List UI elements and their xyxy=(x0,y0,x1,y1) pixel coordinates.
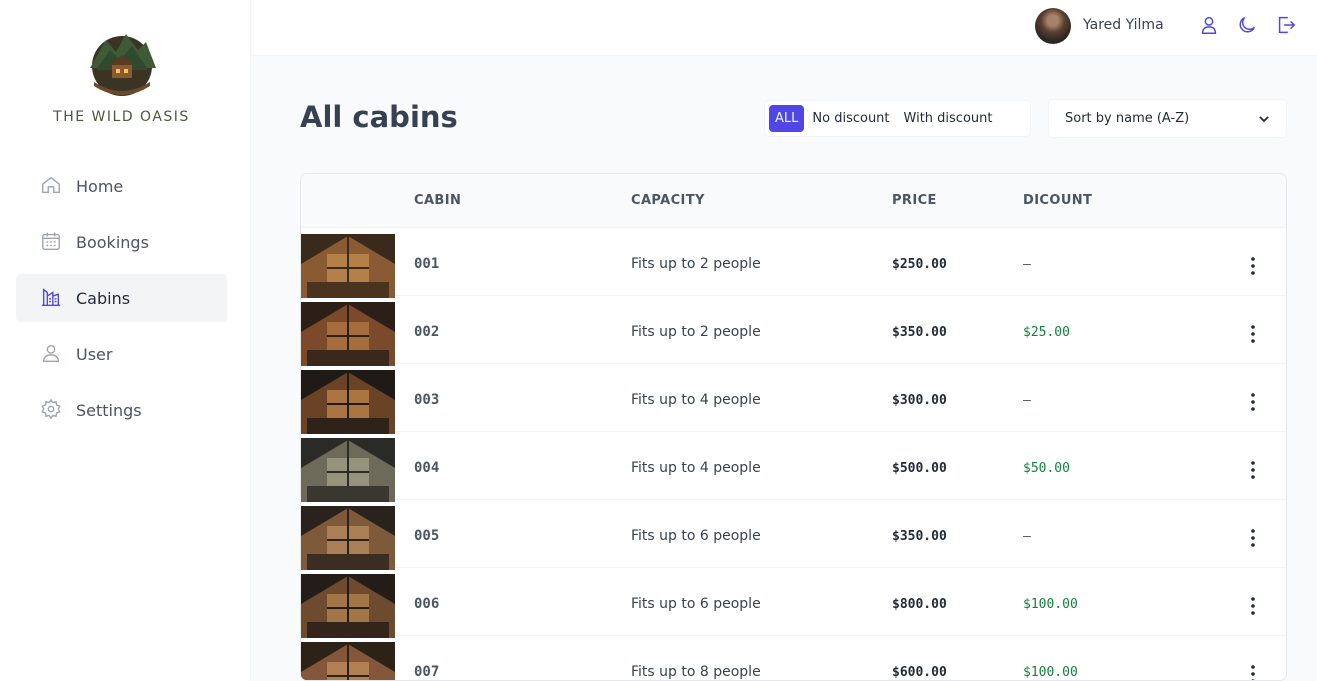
more-vertical-icon xyxy=(1251,325,1255,343)
logo xyxy=(76,26,168,96)
cabin-capacity: Fits up to 4 people xyxy=(631,460,761,476)
column-header-price: PRICE xyxy=(892,193,937,208)
row-menu-button[interactable] xyxy=(1241,594,1265,618)
moon-icon xyxy=(1239,16,1256,33)
column-header-discount: DICOUNT xyxy=(1023,193,1093,208)
user-icon xyxy=(1201,16,1217,34)
cabin-name: 003 xyxy=(414,392,440,408)
cabin-discount: — xyxy=(1023,393,1031,408)
table-row: 005 Fits up to 6 people $350.00 — xyxy=(301,500,1286,570)
cabin-discount: $50.00 xyxy=(1023,461,1070,476)
cabin-image xyxy=(301,438,395,502)
cabins-table: CABIN CAPACITY PRICE DICOUNT 001 Fits up … xyxy=(300,173,1287,681)
sidebar-item-user[interactable]: User xyxy=(16,330,227,378)
cabin-capacity: Fits up to 8 people xyxy=(631,664,761,680)
table-row: 006 Fits up to 6 people $800.00 $100.00 xyxy=(301,568,1286,638)
cabin-image xyxy=(301,642,395,680)
user-icon xyxy=(40,342,64,366)
more-vertical-icon xyxy=(1251,529,1255,547)
cabin-price: $350.00 xyxy=(892,325,947,340)
calendar-icon xyxy=(40,230,64,254)
cabin-name: 004 xyxy=(414,460,440,476)
cabin-image xyxy=(301,506,395,570)
sidebar-item-label: Home xyxy=(76,176,124,196)
cabin-discount: $100.00 xyxy=(1023,665,1078,680)
logout-button[interactable] xyxy=(1275,14,1297,36)
row-menu-button[interactable] xyxy=(1241,254,1265,278)
table-body: 001 Fits up to 2 people $250.00 — 002 Fits up… xyxy=(301,228,1286,680)
page-title: All cabins xyxy=(300,100,458,134)
column-header-capacity: CAPACITY xyxy=(631,193,705,208)
user-name: Yared Yilma xyxy=(1083,17,1164,33)
sidebar-item-home[interactable]: Home xyxy=(16,162,227,210)
cabin-image xyxy=(301,302,395,366)
cabin-capacity: Fits up to 4 people xyxy=(631,392,761,408)
cabin-discount: $100.00 xyxy=(1023,597,1078,612)
table-row: 004 Fits up to 4 people $500.00 $50.00 xyxy=(301,432,1286,502)
sidebar-item-label: User xyxy=(76,344,113,364)
cabin-name: 001 xyxy=(414,256,440,272)
cabin-price: $250.00 xyxy=(892,257,947,272)
sidebar-item-label: Settings xyxy=(76,400,142,420)
sort-select[interactable]: Sort by name (A-Z) xyxy=(1048,99,1287,138)
sidebar: THE WILD OASIS Home Bookings Cabins User xyxy=(0,0,251,681)
table-row: 007 Fits up to 8 people $600.00 $100.00 xyxy=(301,636,1286,680)
more-vertical-icon xyxy=(1251,393,1255,411)
account-button[interactable] xyxy=(1198,14,1220,36)
cabin-capacity: Fits up to 2 people xyxy=(631,256,761,272)
cabin-price: $800.00 xyxy=(892,597,947,612)
dark-mode-toggle[interactable] xyxy=(1236,14,1258,36)
filter-all-button[interactable]: ALL xyxy=(769,105,805,132)
cabin-discount: $25.00 xyxy=(1023,325,1070,340)
sidebar-item-bookings[interactable]: Bookings xyxy=(16,218,227,266)
sidebar-item-label: Cabins xyxy=(76,288,131,308)
more-vertical-icon xyxy=(1251,665,1255,680)
more-vertical-icon xyxy=(1251,461,1255,479)
column-header-cabin: CABIN xyxy=(414,193,462,208)
table-row: 003 Fits up to 4 people $300.00 — xyxy=(301,364,1286,434)
cabin-price: $300.00 xyxy=(892,393,947,408)
cabin-capacity: Fits up to 6 people xyxy=(631,596,761,612)
cabin-price: $600.00 xyxy=(892,665,947,680)
cabin-name: 002 xyxy=(414,324,440,340)
sidebar-item-settings[interactable]: Settings xyxy=(16,386,227,434)
cabins-icon xyxy=(40,286,64,310)
cabin-name: 007 xyxy=(414,664,440,680)
cabin-name: 005 xyxy=(414,528,440,544)
cabin-price: $350.00 xyxy=(892,529,947,544)
sidebar-item-cabins[interactable]: Cabins xyxy=(16,274,227,322)
row-menu-button[interactable] xyxy=(1241,458,1265,482)
cabin-capacity: Fits up to 2 people xyxy=(631,324,761,340)
table-row: 002 Fits up to 2 people $350.00 $25.00 xyxy=(301,296,1286,366)
avatar xyxy=(1035,8,1071,44)
cabin-image xyxy=(301,574,395,638)
filter-with-discount-button[interactable]: With discount xyxy=(898,105,999,132)
table-row: 001 Fits up to 2 people $250.00 — xyxy=(301,228,1286,298)
discount-filter: ALL No discount With discount xyxy=(764,100,1031,137)
row-menu-button[interactable] xyxy=(1241,322,1265,346)
sidebar-item-label: Bookings xyxy=(76,232,149,252)
top-header: Yared Yilma xyxy=(252,0,1317,56)
home-icon xyxy=(40,174,64,198)
table-header: CABIN CAPACITY PRICE DICOUNT xyxy=(301,174,1286,228)
cabin-name: 006 xyxy=(414,596,440,612)
cabin-capacity: Fits up to 6 people xyxy=(631,528,761,544)
row-menu-button[interactable] xyxy=(1241,662,1265,680)
filter-no-discount-button[interactable]: No discount xyxy=(806,105,895,132)
row-menu-button[interactable] xyxy=(1241,526,1265,550)
cabin-image xyxy=(301,370,395,434)
sort-select-value: Sort by name (A-Z) xyxy=(1065,111,1190,126)
gear-icon xyxy=(40,398,64,422)
more-vertical-icon xyxy=(1251,597,1255,615)
row-menu-button[interactable] xyxy=(1241,390,1265,414)
chevron-down-icon xyxy=(1259,115,1269,122)
cabin-discount: — xyxy=(1023,257,1031,272)
cabin-image xyxy=(301,234,395,298)
logout-icon xyxy=(1278,16,1296,34)
more-vertical-icon xyxy=(1251,257,1255,275)
cabin-price: $500.00 xyxy=(892,461,947,476)
sidebar-nav: Home Bookings Cabins User Settings xyxy=(16,162,227,442)
cabin-discount: — xyxy=(1023,529,1031,544)
brand-name: THE WILD OASIS xyxy=(53,109,190,125)
